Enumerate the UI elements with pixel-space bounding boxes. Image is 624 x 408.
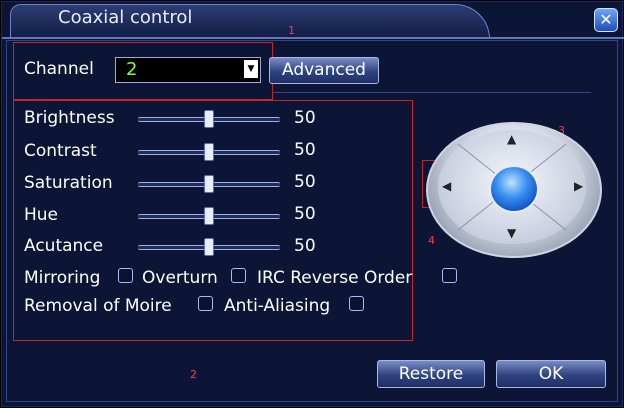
slider-value: 50 bbox=[294, 140, 316, 160]
title-bar: Coaxial control ✕ bbox=[2, 2, 624, 39]
ok-button[interactable]: OK bbox=[496, 360, 606, 388]
removal-of-moire-checkbox[interactable] bbox=[198, 296, 213, 311]
overturn-checkbox[interactable] bbox=[231, 268, 246, 283]
checkbox-label-overturn: Overturn bbox=[142, 268, 218, 288]
slider-thumb[interactable] bbox=[204, 175, 214, 193]
mirroring-checkbox[interactable] bbox=[118, 268, 133, 283]
arrow-down-icon[interactable]: ▼ bbox=[507, 226, 516, 240]
channel-label: Channel bbox=[24, 59, 94, 79]
separator bbox=[272, 92, 591, 93]
chevron-down-icon[interactable]: ▼ bbox=[244, 60, 258, 78]
window-title: Coaxial control bbox=[58, 7, 193, 28]
arrow-up-icon[interactable]: ▲ bbox=[507, 132, 516, 146]
restore-button[interactable]: Restore bbox=[377, 360, 485, 388]
irc-reverse-order-checkbox[interactable] bbox=[442, 268, 457, 283]
channel-value: 2 bbox=[126, 59, 138, 80]
channel-select[interactable]: 2 ▼ bbox=[115, 57, 261, 83]
slider-value: 50 bbox=[294, 236, 316, 256]
slider-label: Brightness bbox=[24, 108, 115, 128]
arrow-right-icon[interactable]: ▶ bbox=[574, 179, 583, 193]
close-icon[interactable]: ✕ bbox=[594, 8, 618, 32]
slider-value: 50 bbox=[294, 172, 316, 192]
slider-thumb[interactable] bbox=[204, 207, 214, 225]
checkbox-label-mirroring: Mirroring bbox=[24, 268, 101, 288]
slider-value: 50 bbox=[294, 108, 316, 128]
slider-thumb[interactable] bbox=[204, 238, 214, 256]
checkbox-label-anti-aliasing: Anti-Aliasing bbox=[224, 296, 331, 316]
annotation-marker-2: 2 bbox=[190, 368, 197, 381]
advanced-button[interactable]: Advanced bbox=[269, 57, 379, 84]
slider-thumb[interactable] bbox=[204, 110, 214, 128]
slider-label: Hue bbox=[24, 205, 59, 225]
slider-thumb[interactable] bbox=[204, 143, 214, 161]
slider-label: Contrast bbox=[24, 141, 97, 161]
slider-value: 50 bbox=[294, 204, 316, 224]
slider-label: Saturation bbox=[24, 173, 113, 193]
coaxial-control-dialog: Coaxial control ✕ 1 2 3 4 Channel 2 ▼ Ad… bbox=[1, 1, 624, 407]
anti-aliasing-checkbox[interactable] bbox=[349, 296, 364, 311]
ptz-center-button[interactable] bbox=[489, 165, 539, 213]
checkbox-label-irc-reverse-order: IRC Reverse Order bbox=[257, 268, 413, 288]
title-divider bbox=[2, 37, 624, 39]
annotation-marker-1: 1 bbox=[288, 24, 295, 37]
arrow-left-icon[interactable]: ◀ bbox=[442, 179, 451, 193]
annotation-marker-4: 4 bbox=[428, 234, 435, 247]
checkbox-label-removal-of-moire: Removal of Moire bbox=[24, 296, 172, 316]
slider-label: Acutance bbox=[24, 236, 104, 256]
